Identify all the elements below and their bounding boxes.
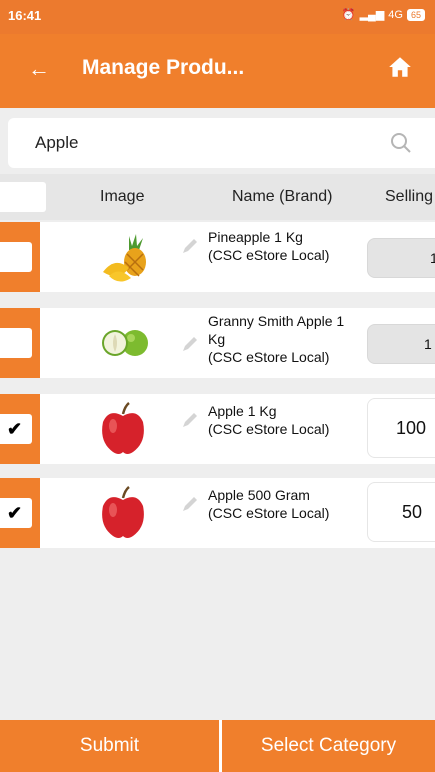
product-name-line: Pineapple 1 Kg	[208, 229, 303, 245]
selling-price-value: 1	[424, 336, 432, 352]
row-checkbox-checked[interactable]: ✔	[0, 498, 32, 528]
footer-bar: Submit Select Category	[0, 720, 435, 772]
search-bar	[8, 118, 435, 168]
signal-icon: ▂▄▆	[359, 9, 385, 21]
product-brand-line: (CSC eStore Local)	[208, 505, 330, 521]
page-title: Manage Produ...	[82, 56, 245, 79]
alarm-icon: ⏰	[341, 9, 356, 21]
search-input[interactable]	[35, 130, 365, 156]
select-all-checkbox[interactable]	[0, 182, 46, 212]
status-bar: 16:41 ⏰ ▂▄▆ 4G 65	[0, 0, 435, 34]
status-time: 16:41	[8, 8, 42, 23]
red-apple-image	[102, 402, 144, 454]
table-row: Granny Smith Apple 1 Kg (CSC eStore Loca…	[0, 308, 435, 378]
network-label: 4G	[388, 8, 403, 21]
edit-pencil-icon[interactable]	[180, 334, 200, 354]
selling-price-field: 1	[367, 238, 435, 278]
product-name-line: Kg	[208, 331, 226, 347]
selling-price-value: 100	[396, 418, 427, 438]
table-row: ✔ Apple 1 Kg (CSC eStore Local) 100	[0, 394, 435, 464]
table-header: Image Name (Brand) Selling	[0, 174, 435, 220]
select-category-button[interactable]: Select Category	[222, 720, 435, 772]
row-checkbox[interactable]	[0, 242, 32, 272]
selling-price-input[interactable]: 100	[367, 398, 435, 458]
product-name: Apple 1 Kg (CSC eStore Local)	[208, 402, 329, 438]
submit-button[interactable]: Submit	[0, 720, 219, 772]
selling-price-value: 50	[402, 502, 423, 522]
product-name-line: Apple 500 Gram	[208, 487, 310, 503]
row-checkbox-container: ✔	[0, 394, 40, 464]
product-name-line: Apple 1 Kg	[208, 403, 277, 419]
product-name: Apple 500 Gram (CSC eStore Local)	[208, 486, 329, 522]
edit-pencil-icon[interactable]	[180, 236, 200, 256]
row-checkbox-container	[0, 222, 40, 292]
table-row: ✔ Apple 500 Gram (CSC eStore Local) 50	[0, 478, 435, 548]
product-brand-line: (CSC eStore Local)	[208, 247, 330, 263]
edit-pencil-icon[interactable]	[180, 410, 200, 430]
green-apple-image	[102, 330, 148, 356]
pineapple-image	[103, 234, 146, 282]
product-name: Granny Smith Apple 1 Kg (CSC eStore Loca…	[208, 312, 344, 366]
battery-icon: 65	[406, 8, 425, 21]
red-apple-image	[102, 486, 144, 538]
search-icon[interactable]	[389, 131, 413, 155]
edit-pencil-icon[interactable]	[180, 494, 200, 514]
table-row: Pineapple 1 Kg (CSC eStore Local) 1	[0, 222, 435, 292]
product-name: Pineapple 1 Kg (CSC eStore Local)	[208, 228, 329, 264]
column-header-name: Name (Brand)	[232, 188, 333, 205]
selling-price-input[interactable]: 50	[367, 482, 435, 542]
selling-price-value: 1	[430, 250, 435, 266]
home-icon[interactable]	[387, 54, 413, 80]
product-name-line: Granny Smith Apple 1	[208, 313, 345, 329]
column-header-selling: Selling	[385, 188, 434, 205]
row-checkbox-checked[interactable]: ✔	[0, 414, 32, 444]
row-checkbox[interactable]	[0, 328, 32, 358]
row-checkbox-container	[0, 308, 40, 378]
app-bar: ← Manage Produ...	[0, 34, 435, 108]
column-header-image: Image	[100, 188, 145, 205]
product-brand-line: (CSC eStore Local)	[208, 349, 330, 365]
back-arrow-icon[interactable]: ←	[28, 56, 50, 82]
product-brand-line: (CSC eStore Local)	[208, 421, 330, 437]
row-checkbox-container: ✔	[0, 478, 40, 548]
selling-price-field: 1	[367, 324, 435, 364]
status-icons: ⏰ ▂▄▆ 4G 65	[342, 8, 425, 21]
